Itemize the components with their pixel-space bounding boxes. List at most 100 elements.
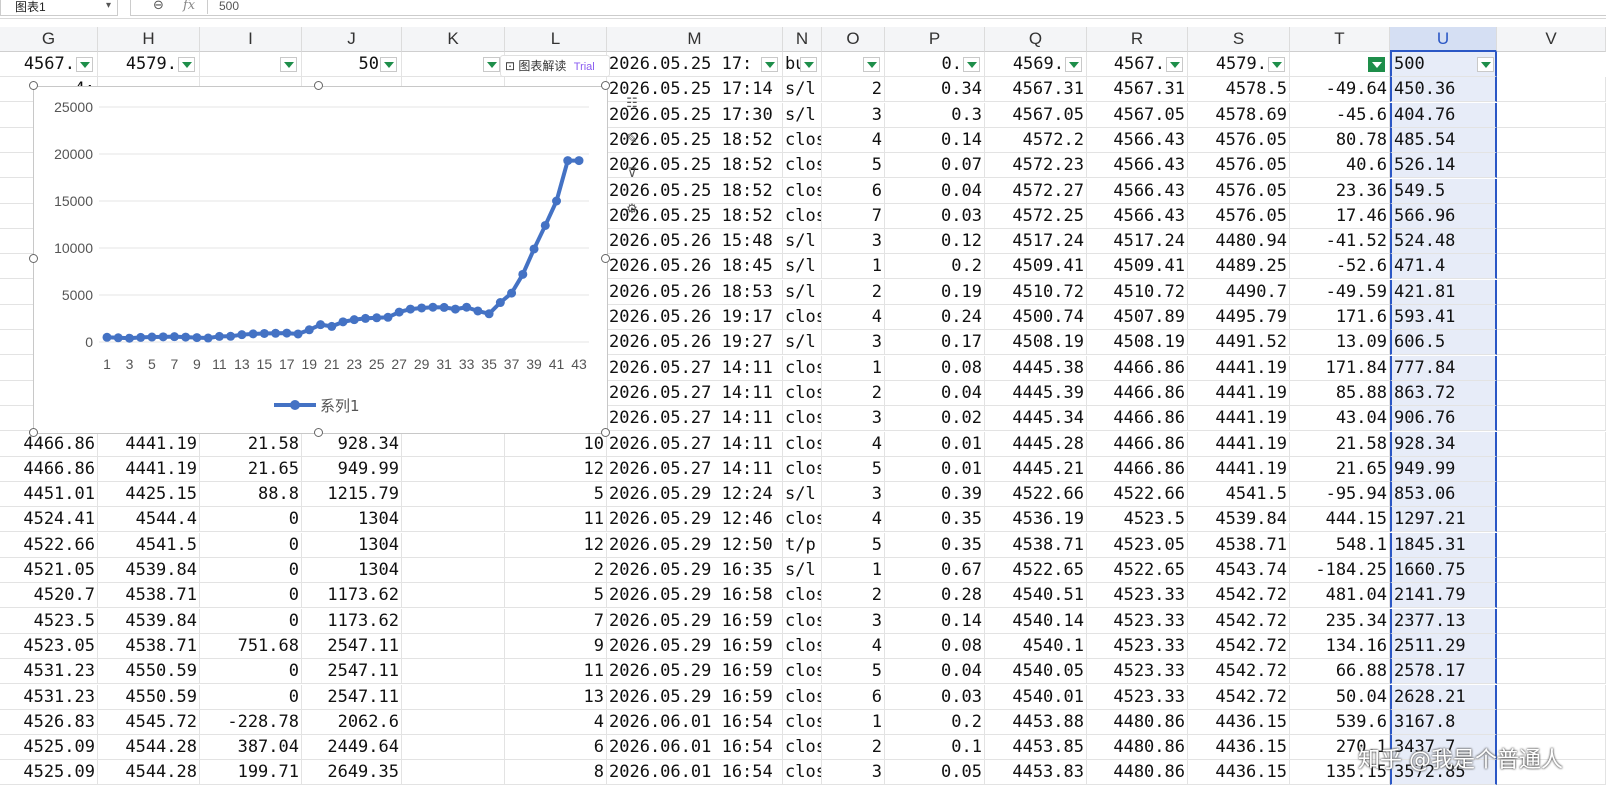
cell-m[interactable]: 2026.05.25 17: xyxy=(607,52,783,77)
cell-s[interactable]: 4576.05 xyxy=(1188,127,1290,153)
cell-r[interactable]: 4523.33 xyxy=(1087,659,1188,685)
cell-i[interactable]: 21.65 xyxy=(200,456,302,482)
filter-dropdown-icon[interactable] xyxy=(800,57,817,72)
cell-q[interactable]: 4522.66 xyxy=(985,482,1087,508)
cell-o[interactable]: 5 xyxy=(822,532,885,558)
cell-u[interactable]: 526.14 xyxy=(1390,153,1497,179)
cell-j[interactable]: 2547.11 xyxy=(302,633,402,659)
cell-r[interactable]: 4523.33 xyxy=(1087,608,1188,634)
cell-u[interactable]: 485.54 xyxy=(1390,127,1497,153)
cell-j[interactable]: 949.99 xyxy=(302,456,402,482)
cell-j[interactable]: 2649.35 xyxy=(302,760,402,786)
cell-t[interactable]: -52.6 xyxy=(1290,254,1390,280)
cell-r[interactable]: 4466.86 xyxy=(1087,380,1188,406)
cell-u[interactable]: 593.41 xyxy=(1390,305,1497,330)
cell-q[interactable]: 4540.01 xyxy=(985,684,1087,710)
cell-h[interactable]: 4545.72 xyxy=(98,709,200,735)
cell-q[interactable]: 4508.19 xyxy=(985,330,1087,356)
cell-g[interactable]: 4531.23 xyxy=(0,684,98,710)
cell-k[interactable] xyxy=(402,633,505,659)
cell-p[interactable]: 0.34 xyxy=(885,77,985,103)
cell-s[interactable]: 4436.15 xyxy=(1188,735,1290,761)
cell-v[interactable] xyxy=(1497,305,1606,330)
filter-dropdown-icon[interactable] xyxy=(178,57,195,72)
cell-l[interactable]: 8 xyxy=(505,760,607,786)
cell-v[interactable] xyxy=(1497,203,1606,229)
cell-s[interactable]: 4542.72 xyxy=(1188,684,1290,710)
cell-u[interactable]: 524.48 xyxy=(1390,229,1497,255)
cell-p[interactable]: 0.3 xyxy=(885,102,985,128)
chart-interpret-button[interactable]: ⊡ 图表解读 Trial xyxy=(500,55,610,77)
line-chart[interactable]: 25000 20000 15000 10000 5000 0 1 3 5 7 9 11 13 15 17 19… xyxy=(33,86,608,434)
cell-v[interactable] xyxy=(1497,330,1606,356)
cell-s[interactable]: 4436.15 xyxy=(1188,709,1290,735)
cell-p[interactable]: 0.02 xyxy=(885,406,985,432)
cell-m[interactable]: 2026.05.29 16:59 xyxy=(607,659,783,685)
cell-o[interactable]: 3 xyxy=(822,482,885,508)
cell-q[interactable]: 4510.72 xyxy=(985,279,1087,305)
cell-o[interactable]: 4 xyxy=(822,633,885,659)
filter-dropdown-icon[interactable] xyxy=(380,57,397,72)
cell-s[interactable]: 4576.05 xyxy=(1188,203,1290,229)
cell-g[interactable]: 4451.01 xyxy=(0,482,98,508)
cell-s[interactable]: 4491.52 xyxy=(1188,330,1290,356)
zoom-icon[interactable]: ⊖ xyxy=(153,0,164,13)
cell-m[interactable]: 2026.05.26 19:27 xyxy=(607,330,783,356)
cell-v[interactable] xyxy=(1497,633,1606,659)
cell-s[interactable]: 4543.74 xyxy=(1188,558,1290,583)
cell-q[interactable]: 4445.38 xyxy=(985,355,1087,381)
column-header-i[interactable]: I xyxy=(200,27,302,52)
cell-i[interactable]: -228.78 xyxy=(200,709,302,735)
cell-n[interactable]: clos xyxy=(783,178,822,204)
cell-t[interactable]: -49.64 xyxy=(1290,77,1390,103)
cell-p[interactable]: 0.1 xyxy=(885,735,985,761)
cell-t[interactable]: 17.46 xyxy=(1290,203,1390,229)
cell-m[interactable]: 2026.05.29 12:24 xyxy=(607,482,783,508)
cell-h[interactable]: 4441.19 xyxy=(98,456,200,482)
cell-v[interactable] xyxy=(1497,77,1606,103)
cell-v[interactable] xyxy=(1497,482,1606,508)
cell-k[interactable] xyxy=(402,735,505,761)
cell-s[interactable]: 4541.5 xyxy=(1188,482,1290,508)
cell-k[interactable] xyxy=(402,583,505,609)
cell-t[interactable]: -49.59 xyxy=(1290,279,1390,305)
cell-r[interactable]: 4509.41 xyxy=(1087,254,1188,280)
cell-t[interactable]: 80.78 xyxy=(1290,127,1390,153)
cell-q[interactable]: 4540.1 xyxy=(985,633,1087,659)
cell-q[interactable]: 4445.34 xyxy=(985,406,1087,432)
cell-i[interactable]: 751.68 xyxy=(200,633,302,659)
cell-r[interactable]: 4517.24 xyxy=(1087,229,1188,255)
cell-n[interactable]: clos xyxy=(783,760,822,786)
cell-l[interactable]: 11 xyxy=(505,659,607,685)
cell-p[interactable]: 0.03 xyxy=(885,203,985,229)
cell-h[interactable]: 4539.84 xyxy=(98,558,200,583)
cell-m[interactable]: 2026.05.26 19:17 xyxy=(607,305,783,330)
cell-j[interactable]: 2449.64 xyxy=(302,735,402,761)
cell-r[interactable]: 4567.05 xyxy=(1087,102,1188,128)
cell-s[interactable]: 4441.19 xyxy=(1188,380,1290,406)
filter-dropdown-icon[interactable] xyxy=(1065,57,1082,72)
cell-s[interactable]: 4495.79 xyxy=(1188,305,1290,330)
cell-m[interactable]: 2026.05.26 18:53 xyxy=(607,279,783,305)
cell-i[interactable]: 21.58 xyxy=(200,431,302,457)
cell-s[interactable]: 4441.19 xyxy=(1188,406,1290,432)
cell-p[interactable]: 0.12 xyxy=(885,229,985,255)
cell-s[interactable]: 4441.19 xyxy=(1188,456,1290,482)
filter-dropdown-icon[interactable] xyxy=(863,57,880,72)
filter-dropdown-icon[interactable] xyxy=(761,57,778,72)
cell-k[interactable] xyxy=(402,507,505,533)
cell-q[interactable]: 4445.28 xyxy=(985,431,1087,457)
cell-k[interactable] xyxy=(402,52,505,77)
resize-handle[interactable] xyxy=(29,81,38,90)
cell-o[interactable]: 2 xyxy=(822,735,885,761)
cell-n[interactable]: s/l xyxy=(783,279,822,305)
cell-t[interactable]: 50.04 xyxy=(1290,684,1390,710)
column-header-v[interactable]: V xyxy=(1497,27,1606,52)
cell-v[interactable] xyxy=(1497,709,1606,735)
cell-m[interactable]: 2026.05.26 15:48 xyxy=(607,229,783,255)
chart-style-icon[interactable]: ✎ xyxy=(620,128,644,152)
cell-g[interactable]: 4520.7 xyxy=(0,583,98,609)
cell-s[interactable]: 4441.19 xyxy=(1188,355,1290,381)
cell-p[interactable]: 0.14 xyxy=(885,127,985,153)
cell-r[interactable]: 4567.31 xyxy=(1087,77,1188,103)
